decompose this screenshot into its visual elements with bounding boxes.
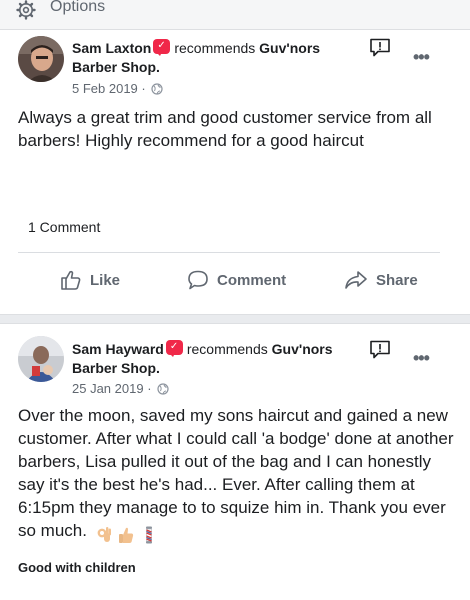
post-separator	[0, 314, 470, 324]
date-separator: ·	[141, 81, 146, 96]
author-name[interactable]: Sam Hayward	[72, 341, 164, 357]
avatar[interactable]	[18, 36, 64, 82]
review-text: Always a great trim and good customer se…	[18, 108, 432, 150]
comment-label: Comment	[217, 271, 287, 289]
recommend-icon: ✓	[153, 39, 171, 56]
globe-icon	[151, 83, 163, 95]
like-label: Like	[90, 271, 121, 289]
post-date[interactable]: 5 Feb 2019	[72, 81, 138, 96]
author-name[interactable]: Sam Laxton	[72, 40, 151, 56]
options-label[interactable]: Options	[50, 0, 105, 16]
barber-pole-emoji-icon	[146, 526, 153, 544]
gear-icon	[16, 0, 36, 20]
post-header: Sam Laxton ✓ recommends Guv'nors Barber Sh…	[72, 39, 362, 77]
recommends-text: recommends	[174, 40, 256, 56]
post-date[interactable]: 25 Jan 2019	[72, 381, 144, 396]
options-bar[interactable]: Options	[0, 0, 470, 30]
emoji-group	[96, 522, 159, 545]
report-icon[interactable]	[369, 38, 391, 58]
date-separator: ·	[147, 381, 152, 396]
like-button[interactable]: Like	[60, 266, 120, 294]
post-date-line: 25 Jan 2019 ·	[72, 381, 169, 396]
comment-count[interactable]: 1 Comment	[28, 219, 100, 235]
profile-photo	[18, 336, 64, 382]
review-post: Sam Hayward ✓ recommends Guv'nors Barber S…	[0, 324, 470, 600]
share-label: Share	[376, 271, 418, 289]
divider	[18, 252, 440, 253]
review-post: Sam Laxton ✓ recommends Guv'nors Barber Sh…	[0, 31, 470, 314]
thumbs-up-emoji-icon	[119, 527, 134, 543]
profile-photo	[18, 36, 64, 82]
post-date-line: 5 Feb 2019 ·	[72, 81, 163, 96]
comment-icon	[188, 270, 208, 290]
comment-button[interactable]: Comment	[187, 266, 286, 294]
avatar[interactable]	[18, 336, 64, 382]
share-icon	[345, 271, 367, 289]
recommends-text: recommends	[186, 341, 268, 357]
post-header: Sam Hayward ✓ recommends Guv'nors Barber S…	[72, 340, 362, 378]
post-actions: Like Comment Share	[0, 266, 470, 294]
review-text: Over the moon, saved my sons haircut and…	[18, 404, 458, 545]
globe-icon	[157, 383, 169, 395]
recommendation-tag: Good with children	[18, 560, 136, 575]
share-button[interactable]: Share	[344, 266, 418, 294]
report-icon[interactable]	[369, 340, 391, 360]
recommend-icon: ✓	[165, 340, 183, 357]
more-options-icon[interactable]: •••	[413, 348, 430, 369]
ok-hand-emoji-icon	[97, 526, 111, 542]
thumbs-up-icon	[61, 270, 81, 290]
more-options-icon[interactable]: •••	[413, 47, 430, 68]
review-body: Over the moon, saved my sons haircut and…	[18, 406, 454, 540]
